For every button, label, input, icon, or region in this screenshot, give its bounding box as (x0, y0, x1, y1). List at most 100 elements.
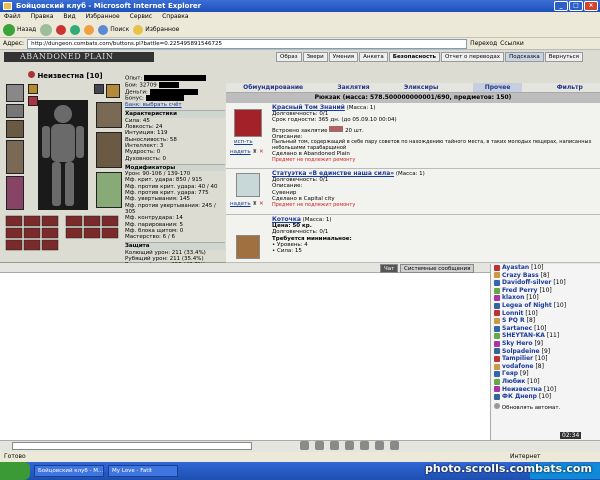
online-user[interactable]: Lonnit [10] (494, 310, 600, 318)
links-button[interactable]: Ссылки (500, 40, 524, 47)
item-name[interactable]: Красный Том Знаний (272, 104, 345, 111)
nav-obraz[interactable]: Образ (276, 52, 302, 62)
user-name[interactable]: SHEYTAN-KA (502, 332, 545, 340)
tab-filter[interactable]: Фильтр (557, 83, 583, 92)
delete-icon[interactable]: ✕ (259, 149, 264, 155)
user-name[interactable]: vodafone (502, 363, 533, 371)
item-name[interactable]: Коточка (272, 216, 301, 223)
menu-edit[interactable]: Правка (31, 12, 54, 22)
start-button[interactable] (0, 462, 30, 480)
user-name[interactable]: Legea of Night (502, 302, 552, 310)
online-user[interactable]: Любик [10] (494, 378, 600, 386)
settings-icon[interactable] (375, 441, 384, 450)
online-user[interactable]: Fred Perry [10] (494, 287, 600, 295)
user-name[interactable]: Davidoff-silver (502, 279, 551, 287)
user-name[interactable]: Tampilier (502, 355, 533, 363)
wear-item-link[interactable]: надеть (230, 149, 251, 155)
online-user[interactable]: ФК Днепр [10] (494, 393, 600, 401)
user-name[interactable]: Sky Hero (502, 340, 532, 348)
rune-slot-3[interactable] (94, 84, 104, 94)
nav-anketa[interactable]: Анкета (359, 52, 388, 62)
weapon-slot[interactable] (6, 140, 24, 174)
send-icon[interactable] (345, 441, 354, 450)
online-user[interactable]: Неизвестна [10] (494, 386, 600, 394)
user-name[interactable]: klaxon (502, 294, 524, 302)
tab-spells[interactable]: Заклятия (337, 83, 369, 92)
armor-slot[interactable] (6, 176, 24, 210)
shield-slot[interactable] (96, 102, 122, 128)
online-user[interactable]: Solpadeine [9] (494, 348, 600, 356)
tab-system-messages[interactable]: Системные сообщения (400, 264, 475, 273)
section-modifiers[interactable]: Модификаторы (125, 163, 225, 172)
smile-icon[interactable] (300, 441, 309, 450)
online-user[interactable]: Геяр [9] (494, 370, 600, 378)
back-button[interactable]: Назад (3, 23, 36, 36)
search-button[interactable]: Поиск (98, 24, 129, 35)
online-user[interactable]: Crazy Bass [8] (494, 272, 600, 280)
helmet-slot[interactable] (6, 84, 24, 102)
favorites-button[interactable]: Избранное (133, 24, 179, 35)
refresh-icon[interactable] (70, 24, 81, 35)
nav-hint[interactable]: Подсказка (505, 52, 544, 62)
trade-icon[interactable]: ♜ (252, 149, 257, 155)
boots-slot[interactable] (96, 172, 122, 208)
earring-slot[interactable] (6, 104, 24, 118)
tab-chat[interactable]: Чат (380, 264, 399, 273)
section-defense[interactable]: Защита (125, 242, 225, 250)
nav-transfers[interactable]: Отчет о переводах (440, 52, 505, 62)
user-name[interactable]: Неизвестна (502, 386, 542, 394)
use-item-link[interactable]: исп-ть (234, 139, 253, 145)
home-icon[interactable] (84, 24, 95, 35)
nav-umeniya[interactable]: Умения (328, 52, 359, 62)
online-user[interactable]: vodafone [8] (494, 363, 600, 371)
user-name[interactable]: S PQ R (502, 317, 525, 325)
user-name[interactable]: Ayastan (502, 264, 529, 272)
user-name[interactable]: Lonnit (502, 310, 523, 318)
chat-input[interactable] (12, 442, 252, 450)
tab-misc[interactable]: Прочее (472, 83, 523, 92)
bank-link[interactable]: Банк: выбрать счёт (125, 102, 225, 108)
item-name[interactable]: Статуэтка «В единстве наша сила» (272, 170, 394, 177)
section-characteristics[interactable]: Характеристики (125, 110, 225, 118)
address-input[interactable]: http://dungeon.combats.com/buttons.pl?ba… (27, 38, 468, 49)
belt-slot[interactable] (96, 132, 122, 168)
tab-equipment[interactable]: Обмундирование (243, 83, 303, 92)
online-user[interactable]: Legea of Night [10] (494, 302, 600, 310)
user-name[interactable]: Fred Perry (502, 287, 537, 295)
user-name[interactable]: Sartanec (502, 325, 532, 333)
tab-elixirs[interactable]: Эликсиры (404, 83, 439, 92)
exit-icon[interactable] (390, 441, 399, 450)
refresh-icon[interactable] (360, 441, 369, 450)
user-name[interactable]: Crazy Bass (502, 272, 539, 280)
maximize-button[interactable]: □ (569, 1, 583, 11)
user-name[interactable]: Геяр (502, 370, 518, 378)
menu-help[interactable]: Справка (162, 12, 188, 22)
menu-favorites[interactable]: Избранное (86, 12, 120, 22)
online-user[interactable]: klaxon [10] (494, 294, 600, 302)
menu-view[interactable]: Вид (63, 12, 75, 22)
user-name[interactable]: Любик (502, 378, 525, 386)
menu-file[interactable]: Файл (4, 12, 21, 22)
close-button[interactable]: × (584, 1, 598, 11)
trade-icon[interactable]: ♜ (252, 201, 257, 207)
amulet-slot[interactable] (6, 120, 24, 138)
rune-slot-2[interactable] (28, 96, 38, 106)
rune-slot-1[interactable] (28, 84, 38, 94)
online-user[interactable]: S PQ R [8] (494, 317, 600, 325)
online-user[interactable]: Ayastan [10] (494, 264, 600, 272)
delete-icon[interactable]: ✕ (259, 201, 264, 207)
nav-security[interactable]: Безопасность (388, 52, 440, 62)
user-name[interactable]: ФК Днепр (502, 393, 537, 401)
online-user[interactable]: Davidoff-silver [10] (494, 279, 600, 287)
user-name[interactable]: Solpadeine (502, 348, 540, 356)
nav-zveri[interactable]: Звери (302, 52, 328, 62)
online-user[interactable]: Sky Hero [9] (494, 340, 600, 348)
stop-icon[interactable] (56, 24, 67, 35)
taskbar-item[interactable]: My Love - Fatit (108, 465, 178, 477)
menu-tools[interactable]: Сервис (130, 12, 152, 22)
online-user[interactable]: Tampilier [10] (494, 355, 600, 363)
minimize-button[interactable]: _ (554, 1, 568, 11)
online-user[interactable]: SHEYTAN-KA [11] (494, 332, 600, 340)
nav-back[interactable]: Вернуться (544, 52, 583, 62)
forward-arrow-icon[interactable] (40, 23, 53, 36)
